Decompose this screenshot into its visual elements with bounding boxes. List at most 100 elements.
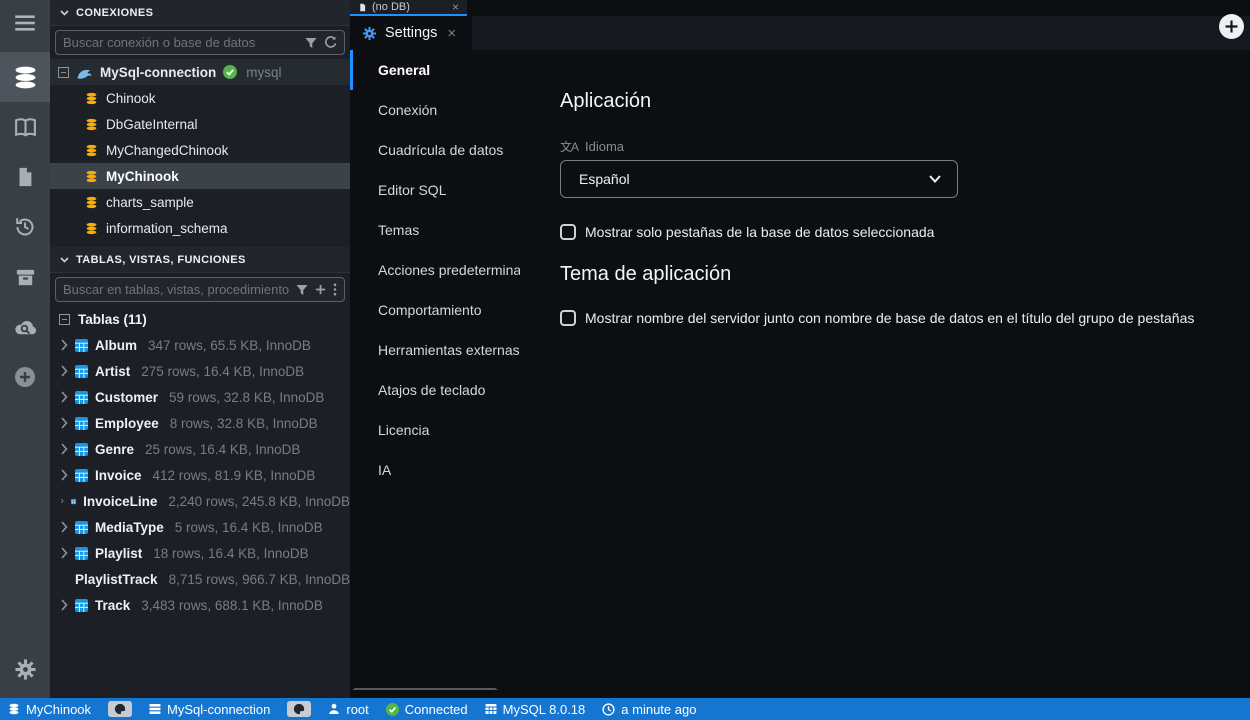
status-bar: MyChinook MySql-connection root Connecte… — [0, 698, 1250, 720]
chevron-right-icon[interactable] — [61, 339, 68, 351]
mysql-dolphin-icon — [76, 65, 93, 80]
table-icon — [75, 443, 88, 456]
table-row[interactable]: InvoiceLine2,240 rows, 245.8 KB, InnoDB — [50, 488, 350, 514]
settings-nav-themes[interactable]: Temas — [350, 210, 520, 250]
settings-nav-behaviour[interactable]: Comportamiento — [350, 290, 520, 330]
table-icon — [75, 417, 88, 430]
settings-content: Aplicación 文A Idioma Español Mostrar sol… — [520, 50, 1250, 698]
kebab-menu-icon[interactable] — [333, 283, 337, 296]
server-icon — [149, 703, 161, 715]
table-icon — [75, 469, 88, 482]
chevron-right-icon[interactable] — [61, 443, 68, 455]
connections-header[interactable]: CONEXIONES — [50, 0, 350, 26]
chevron-right-icon[interactable] — [61, 521, 68, 533]
rail-item-add[interactable] — [0, 352, 50, 402]
database-item[interactable]: charts_sample — [50, 189, 350, 215]
database-icon — [85, 196, 98, 209]
status-database: MyChinook — [8, 702, 91, 717]
connection-engine: mysql — [246, 65, 281, 80]
chevron-right-icon[interactable] — [61, 391, 68, 403]
new-connection-button[interactable] — [1219, 14, 1244, 39]
table-search-input[interactable] — [63, 282, 289, 297]
chevron-right-icon[interactable] — [61, 417, 68, 429]
rail-item-cloud-search[interactable] — [0, 302, 50, 352]
close-icon[interactable]: × — [447, 25, 456, 42]
table-row[interactable]: Album347 rows, 65.5 KB, InnoDB — [50, 332, 350, 358]
settings-nav-default-actions[interactable]: Acciones predeterminadas — [350, 250, 520, 290]
dbgate-app: CONEXIONES MySql-connection mysql Chinoo… — [0, 0, 1250, 720]
connection-search-input[interactable] — [63, 35, 298, 50]
settings-nav-external-tools[interactable]: Herramientas externas — [350, 330, 520, 370]
connections-header-label: CONEXIONES — [76, 7, 153, 19]
close-icon[interactable]: × — [452, 0, 459, 14]
history-icon — [13, 215, 37, 239]
settings-nav-license[interactable]: Licencia — [350, 410, 520, 450]
user-icon — [328, 703, 340, 715]
database-color-palette-button[interactable] — [108, 701, 132, 717]
table-icon — [75, 365, 88, 378]
rail-item-databases[interactable] — [0, 52, 50, 102]
table-row[interactable]: PlaylistTrack8,715 rows, 966.7 KB, InnoD… — [50, 566, 350, 592]
horizontal-scrollbar[interactable] — [352, 688, 498, 690]
table-icon — [75, 339, 88, 352]
tab-group-row: (no DB) × — [350, 0, 1250, 16]
filter-icon[interactable] — [305, 37, 317, 49]
chevron-right-icon[interactable] — [61, 365, 68, 377]
table-row[interactable]: Invoice412 rows, 81.9 KB, InnoDB — [50, 462, 350, 488]
collapse-box-icon[interactable] — [58, 67, 69, 78]
database-name: Chinook — [106, 91, 156, 106]
settings-gear-button[interactable] — [0, 644, 50, 694]
chevron-right-icon[interactable] — [61, 599, 68, 611]
add-icon[interactable] — [315, 284, 326, 295]
checkbox-show-server-name-in-tab-group[interactable] — [560, 310, 576, 326]
tab-bar: Settings × — [350, 16, 1250, 50]
gear-icon — [362, 26, 377, 41]
database-item[interactable]: MyChangedChinook — [50, 137, 350, 163]
connection-search — [55, 30, 345, 55]
connection-color-palette-button[interactable] — [287, 701, 311, 717]
refresh-icon[interactable] — [324, 36, 337, 49]
hamburger-menu-icon[interactable] — [0, 0, 50, 46]
settings-nav-ai[interactable]: IA — [350, 450, 520, 490]
status-connected: Connected — [386, 702, 468, 717]
settings-nav-keyboard-shortcuts[interactable]: Atajos de teclado — [350, 370, 520, 410]
collapse-box-icon[interactable] — [59, 314, 70, 325]
rail-item-favorites[interactable] — [0, 102, 50, 152]
tables-group[interactable]: Tablas (11) — [50, 306, 350, 332]
chevron-right-icon[interactable] — [61, 495, 64, 507]
connection-item[interactable]: MySql-connection mysql — [50, 59, 350, 85]
database-name: information_schema — [106, 221, 228, 236]
filter-icon[interactable] — [296, 284, 308, 296]
database-item[interactable]: information_schema — [50, 215, 350, 241]
table-row[interactable]: Playlist18 rows, 16.4 KB, InnoDB — [50, 540, 350, 566]
table-row[interactable]: Customer59 rows, 32.8 KB, InnoDB — [50, 384, 350, 410]
database-item[interactable]: DbGateInternal — [50, 111, 350, 137]
palette-icon — [114, 703, 126, 715]
table-row[interactable]: Genre25 rows, 16.4 KB, InnoDB — [50, 436, 350, 462]
tab-group-no-db[interactable]: (no DB) × — [350, 0, 467, 16]
settings-nav-sql-editor[interactable]: Editor SQL — [350, 170, 520, 210]
chevron-right-icon[interactable] — [61, 547, 68, 559]
table-row[interactable]: Artist275 rows, 16.4 KB, InnoDB — [50, 358, 350, 384]
tab-settings[interactable]: Settings × — [350, 16, 472, 50]
table-row[interactable]: MediaType5 rows, 16.4 KB, InnoDB — [50, 514, 350, 540]
database-item-selected[interactable]: MyChinook — [50, 163, 350, 189]
rail-item-archive[interactable] — [0, 252, 50, 302]
gear-icon — [14, 658, 37, 681]
database-item[interactable]: Chinook — [50, 85, 350, 111]
rail-item-history[interactable] — [0, 202, 50, 252]
table-row[interactable]: Employee8 rows, 32.8 KB, InnoDB — [50, 410, 350, 436]
chevron-right-icon[interactable] — [61, 469, 68, 481]
rail-item-files[interactable] — [0, 152, 50, 202]
translate-icon: 文A — [560, 138, 578, 155]
table-row[interactable]: Track3,483 rows, 688.1 KB, InnoDB — [50, 592, 350, 618]
settings-nav-connection[interactable]: Conexión — [350, 90, 520, 130]
settings-nav-datagrid[interactable]: Cuadrícula de datos — [350, 130, 520, 170]
checkbox-show-only-selected-db-tabs[interactable] — [560, 224, 576, 240]
table-icon — [71, 495, 76, 508]
table-icon — [75, 521, 88, 534]
language-select[interactable]: Español — [560, 160, 958, 198]
settings-nav-general[interactable]: General — [350, 50, 520, 90]
tables-header[interactable]: TABLAS, VISTAS, FUNCIONES — [50, 247, 350, 273]
language-selected-value: Español — [579, 171, 630, 187]
